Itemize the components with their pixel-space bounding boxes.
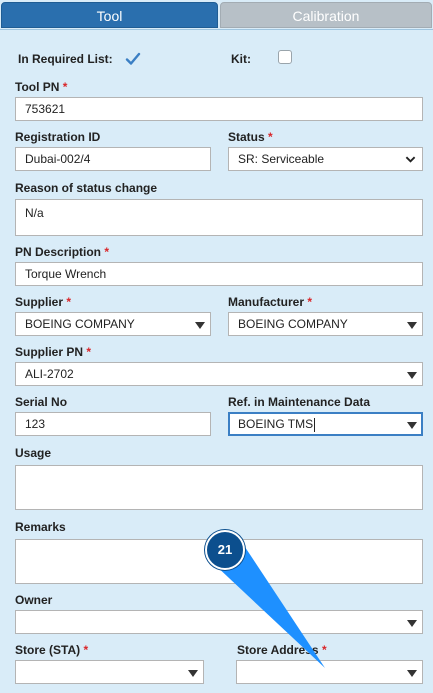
in-required-list-label: In Required List: bbox=[18, 52, 113, 66]
status-select-value: SR: Serviceable bbox=[238, 152, 325, 166]
remarks-label: Remarks bbox=[15, 520, 66, 534]
reason-label: Reason of status change bbox=[15, 181, 158, 195]
supplier-select[interactable]: BOEING COMPANY bbox=[15, 312, 211, 336]
store-sta-label: Store (STA) * bbox=[15, 643, 89, 657]
supplier-pn-label: Supplier PN * bbox=[15, 345, 92, 359]
ref-maintenance-label: Ref. in Maintenance Data bbox=[228, 395, 371, 409]
store-address-label: Store Address * bbox=[237, 643, 327, 657]
in-required-list-checkbox[interactable] bbox=[125, 51, 141, 67]
tab-bar: Tool Calibration bbox=[0, 0, 433, 30]
manufacturer-label: Manufacturer * bbox=[228, 295, 313, 309]
store-address-select[interactable] bbox=[236, 660, 423, 684]
serial-no-input[interactable]: 123 bbox=[15, 412, 211, 436]
ref-maintenance-select[interactable]: BOEING TMS bbox=[228, 412, 423, 436]
supplier-pn-select[interactable]: ALI-2702 bbox=[15, 362, 423, 386]
callout-badge: 21 bbox=[205, 530, 245, 570]
tool-pn-input[interactable]: 753621 bbox=[15, 97, 423, 121]
text-caret bbox=[314, 417, 316, 432]
registration-id-input[interactable]: Dubai-002/4 bbox=[15, 147, 211, 171]
kit-label: Kit: bbox=[231, 52, 251, 66]
tool-pn-label: Tool PN * bbox=[15, 80, 68, 94]
pn-description-label: PN Description * bbox=[15, 245, 110, 259]
kit-checkbox[interactable] bbox=[278, 50, 292, 64]
reason-textarea[interactable]: N/a bbox=[15, 199, 423, 236]
owner-select[interactable] bbox=[15, 610, 423, 634]
tool-form-panel: In Required List: Kit: Tool PN * 753621 … bbox=[0, 29, 433, 693]
pn-description-input[interactable]: Torque Wrench bbox=[15, 262, 423, 286]
serial-no-label: Serial No bbox=[15, 395, 68, 409]
tab-calibration[interactable]: Calibration bbox=[220, 2, 432, 28]
status-label: Status * bbox=[228, 130, 273, 144]
usage-label: Usage bbox=[15, 446, 52, 460]
manufacturer-select[interactable]: BOEING COMPANY bbox=[228, 312, 423, 336]
status-select[interactable]: SR: Serviceable bbox=[228, 147, 423, 171]
store-sta-select[interactable] bbox=[15, 660, 204, 684]
chevron-down-icon bbox=[405, 156, 416, 163]
usage-textarea[interactable] bbox=[15, 465, 423, 510]
ref-maintenance-value: BOEING TMS bbox=[238, 417, 314, 431]
supplier-label: Supplier * bbox=[15, 295, 72, 309]
registration-id-label: Registration ID bbox=[15, 130, 101, 144]
tab-tool[interactable]: Tool bbox=[1, 2, 218, 28]
owner-label: Owner bbox=[15, 593, 53, 607]
